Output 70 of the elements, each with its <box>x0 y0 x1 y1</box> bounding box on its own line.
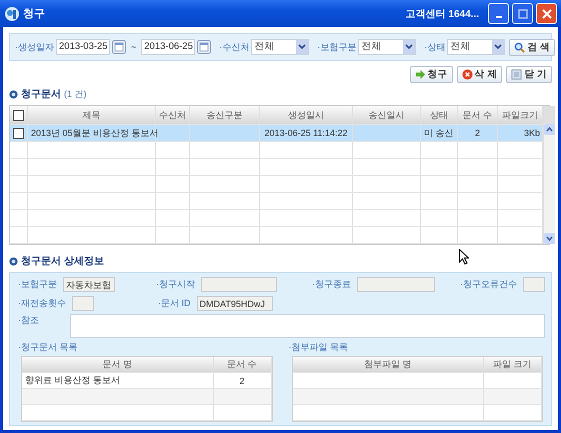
column-header[interactable]: 생성일시 <box>260 106 353 124</box>
select-dropdown[interactable]: 전체 <box>447 39 506 55</box>
range-separator: ~ <box>131 42 136 52</box>
delete-icon <box>462 69 473 80</box>
column-header: 문서 명 <box>22 357 214 372</box>
app-icon <box>4 6 20 22</box>
maximize-icon <box>518 8 528 18</box>
delete-button[interactable]: 삭 제 <box>456 66 502 83</box>
field-label: ·재전송횟수 <box>18 296 66 310</box>
scroll-up-icon[interactable] <box>544 124 555 135</box>
list-title: ·청구문서 목록 <box>18 341 78 354</box>
close-icon <box>542 8 552 18</box>
date-field[interactable]: 2013-06-25 <box>141 39 196 55</box>
calendar-icon[interactable] <box>197 40 212 54</box>
column-header[interactable]: 문서 수 <box>458 106 498 124</box>
field-label: ·문서 ID <box>158 296 190 310</box>
send-button[interactable]: 청구 <box>410 66 453 83</box>
table-cell: 미 송신 <box>424 126 454 140</box>
field-label: ·보험구분 <box>317 40 356 54</box>
note-field[interactable] <box>70 314 545 338</box>
table-cell: 2 <box>474 128 480 138</box>
bullet-icon <box>9 90 18 98</box>
date-field[interactable]: 2013-03-25 <box>56 39 110 55</box>
minimize-button[interactable] <box>488 3 509 24</box>
window-icon <box>511 69 522 80</box>
mouse-cursor-icon <box>459 249 469 265</box>
select-dropdown[interactable]: 전체 <box>358 39 416 55</box>
arrow-icon <box>414 69 426 80</box>
column-header: 파일 크기 <box>484 357 542 372</box>
list-title: ·첨부파일 목록 <box>288 341 349 354</box>
field-label: ·상태 <box>424 40 446 54</box>
maximize-button[interactable] <box>512 3 533 24</box>
field-label: ·참조 <box>18 314 40 327</box>
section-title: 청구문서 상세정보 <box>21 255 104 268</box>
column-header[interactable]: 수신처 <box>156 106 190 124</box>
row-checkbox[interactable] <box>13 128 24 138</box>
table-cell: 3Kb <box>524 128 540 138</box>
field-label: ·청구종료 <box>312 278 352 290</box>
minimize-icon <box>496 16 502 18</box>
document-count: (1 건) <box>64 88 86 100</box>
section-title: 청구문서 <box>21 88 61 101</box>
field-label: ·생성일자 <box>15 40 54 54</box>
field-label: ·청구시작 <box>156 278 196 290</box>
scrollbar[interactable] <box>543 106 555 244</box>
select-dropdown[interactable]: 전체 <box>251 39 310 55</box>
select-all-checkbox[interactable] <box>13 110 24 120</box>
column-header[interactable]: 송신일시 <box>353 106 421 124</box>
table-cell: 향위료 비용산정 통보서 <box>25 374 120 387</box>
close-button[interactable] <box>536 3 557 24</box>
scroll-down-icon[interactable] <box>544 233 555 244</box>
field-label: ·수신처 <box>219 40 250 54</box>
column-header[interactable]: 상태 <box>421 106 458 124</box>
window-title: 청구 <box>23 7 45 21</box>
column-header[interactable]: 제목 <box>28 106 156 124</box>
table-row[interactable]: 2013년 05월분 비용산정 통보서 2013-06-25 11:14:22 미 송신 2 3Kb <box>10 125 543 142</box>
table-cell: 2 <box>239 376 244 386</box>
column-header: 문서 수 <box>214 357 272 372</box>
field-label: ·청구오류건수 <box>460 278 517 290</box>
table-cell: 2013년 05월분 비용산정 통보서 <box>31 126 159 140</box>
search-icon <box>514 42 526 52</box>
calendar-icon[interactable] <box>112 40 126 54</box>
bullet-icon <box>9 256 18 266</box>
search-button[interactable]: 검 색 <box>509 38 555 56</box>
header-corner <box>544 106 555 124</box>
column-header[interactable]: 송신구분 <box>190 106 260 124</box>
table-cell: 2013-06-25 11:14:22 <box>264 128 348 138</box>
field-label: ·보험구분 <box>18 278 57 290</box>
column-header: 첨부파일 명 <box>292 357 484 372</box>
close-button[interactable]: 닫 기 <box>506 66 552 83</box>
help-text: 고객센터 1644... <box>406 8 479 20</box>
